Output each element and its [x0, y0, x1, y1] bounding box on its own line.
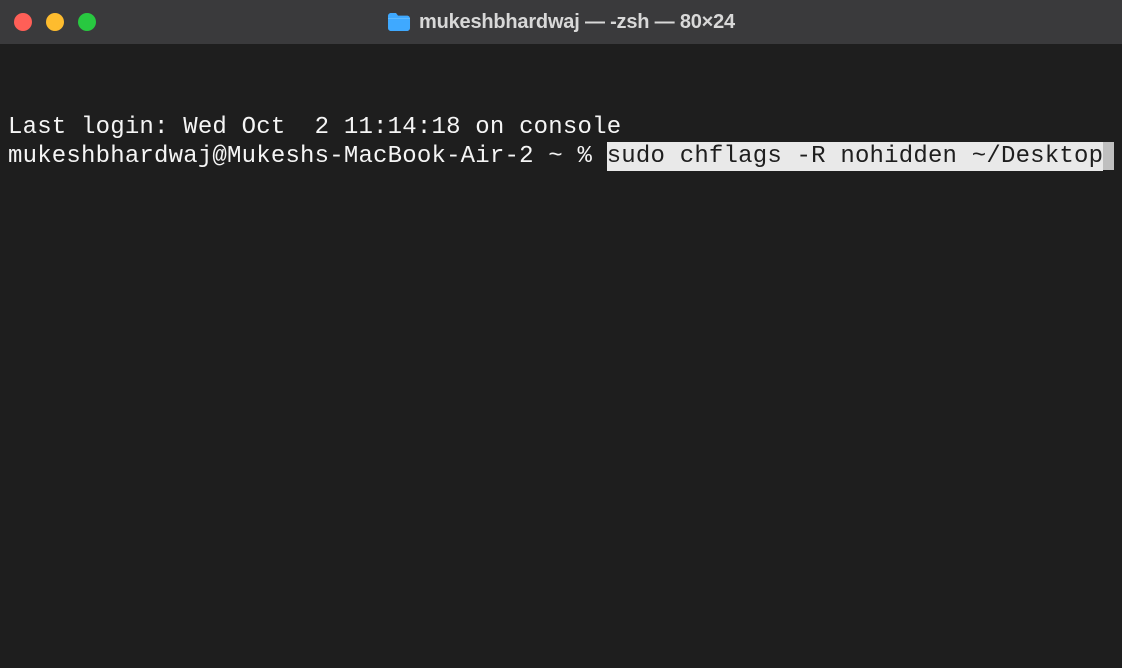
- shell-prompt: mukeshbhardwaj@Mukeshs-MacBook-Air-2 ~ %: [8, 142, 607, 171]
- close-icon[interactable]: [14, 13, 32, 31]
- traffic-lights: [14, 13, 96, 31]
- last-login-line: Last login: Wed Oct 2 11:14:18 on consol…: [8, 113, 1114, 142]
- command-input[interactable]: sudo chflags -R nohidden ~/Desktop: [607, 142, 1103, 171]
- minimize-icon[interactable]: [46, 13, 64, 31]
- cursor-icon: [1103, 142, 1114, 170]
- prompt-line: mukeshbhardwaj@Mukeshs-MacBook-Air-2 ~ %…: [8, 142, 1114, 171]
- folder-icon: [387, 12, 411, 32]
- terminal-body[interactable]: Last login: Wed Oct 2 11:14:18 on consol…: [0, 44, 1122, 210]
- window-title-group: mukeshbhardwaj — -zsh — 80×24: [387, 11, 735, 34]
- window-title: mukeshbhardwaj — -zsh — 80×24: [419, 11, 735, 34]
- maximize-icon[interactable]: [78, 13, 96, 31]
- titlebar: mukeshbhardwaj — -zsh — 80×24: [0, 0, 1122, 44]
